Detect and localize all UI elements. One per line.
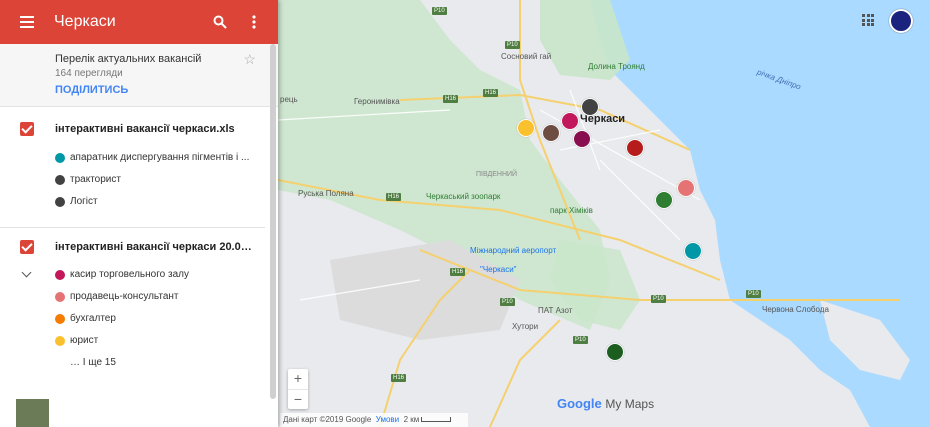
road-badge: H16	[443, 95, 459, 103]
legend-item-label: юрист	[70, 335, 99, 346]
star-icon[interactable]: ☆	[243, 51, 256, 68]
road-badge: H16	[450, 268, 466, 276]
road-badge: P10	[505, 41, 520, 49]
search-icon[interactable]	[210, 12, 230, 32]
more-vert-icon[interactable]	[244, 12, 264, 32]
zoom-control: + −	[288, 369, 308, 409]
map-pin-marker[interactable]	[684, 242, 702, 260]
place-label: парк Хіміків	[550, 206, 593, 215]
terms-link[interactable]: Умови	[376, 415, 399, 424]
map-description: Перелік актуальних вакансій	[55, 53, 202, 65]
airport-label: Міжнародний аеропорт	[470, 246, 557, 255]
legend-color-icon	[55, 269, 65, 280]
panel-header: Черкаси	[0, 0, 278, 44]
basemap-thumbnail[interactable]	[16, 399, 49, 427]
legend-color-icon	[55, 196, 65, 207]
legend-item-label: Логіст	[70, 196, 98, 207]
legend-color-icon	[55, 291, 65, 302]
menu-icon[interactable]	[20, 13, 34, 31]
share-button[interactable]: ПОДІЛИТИСЬ	[55, 84, 128, 96]
road-badge: P10	[573, 336, 588, 344]
place-label: Хутори	[512, 322, 539, 331]
page-title: Черкаси	[54, 13, 116, 30]
map-pin-marker[interactable]	[581, 98, 599, 116]
road-badge: P10	[500, 298, 515, 306]
district-label: ПІВДЕННИЙ	[476, 171, 518, 178]
legend-item[interactable]: бухгалтер	[55, 313, 116, 324]
legend-item-label: касир торговельного залу	[70, 269, 189, 280]
map-pin-marker[interactable]	[573, 130, 591, 148]
chevron-down-icon[interactable]	[21, 267, 32, 278]
map-pin-marker[interactable]	[542, 124, 560, 142]
legend-item-label: тракторист	[70, 174, 121, 185]
legend-item[interactable]: продавець-консультант	[55, 291, 179, 302]
legend-color-icon	[55, 313, 65, 324]
legend-item-label: апаратник диспергування пігментів і ...	[70, 152, 250, 163]
google-mymaps-logo: Google My Maps	[557, 396, 654, 411]
map-pin-marker[interactable]	[517, 119, 535, 137]
show-more-link[interactable]: … І ще 15	[70, 357, 116, 368]
road-badge: H16	[386, 193, 402, 201]
legend-item-label: бухгалтер	[70, 313, 116, 324]
map-pin-marker[interactable]	[626, 139, 644, 157]
layer-name: інтерактивні вакансії черкаси 20.05...	[55, 241, 255, 253]
map-pin-marker[interactable]	[655, 191, 673, 209]
map-pin-marker[interactable]	[606, 343, 624, 361]
road-badge: P10	[746, 290, 761, 298]
account-avatar[interactable]	[889, 9, 913, 33]
map-data-credit: Дані карт ©2019 Google	[283, 415, 372, 424]
place-label: Черкаський зоопарк	[426, 192, 501, 201]
place-label: Руська Поляна	[298, 189, 354, 198]
place-label: Геронимівка	[354, 97, 400, 106]
legend-item[interactable]: касир торговельного залу	[55, 269, 189, 280]
legend-item[interactable]: апаратник диспергування пігментів і ...	[55, 152, 249, 163]
legend-item-label: продавець-консультант	[70, 291, 179, 302]
zoom-in-button[interactable]: +	[288, 369, 308, 390]
layer-checkbox[interactable]	[20, 122, 34, 136]
legend-color-icon	[55, 174, 65, 185]
legend-item[interactable]: Логіст	[55, 196, 98, 207]
road-badge: P10	[432, 7, 447, 15]
airport-label-2: "Черкаси"	[480, 265, 517, 274]
place-label: рець	[280, 95, 298, 104]
place-label: Сосновий гай	[501, 52, 552, 61]
legend-item[interactable]: тракторист	[55, 174, 121, 185]
road-badge: H16	[483, 89, 499, 97]
panel-scrollbar[interactable]	[270, 44, 276, 399]
divider	[0, 227, 265, 228]
legend-item[interactable]: юрист	[55, 335, 98, 346]
place-label: Червона Слобода	[762, 305, 829, 314]
layer-name: інтерактивні вакансії черкаси.xls	[55, 123, 235, 135]
legend-color-icon	[55, 335, 65, 346]
google-logo-text: Google	[557, 396, 602, 411]
road-badge: P10	[651, 295, 666, 303]
road-badge: H16	[391, 374, 407, 382]
map-pin-marker[interactable]	[561, 112, 579, 130]
place-label: Долина Троянд	[588, 62, 645, 71]
apps-grid-icon[interactable]	[862, 14, 874, 26]
map-attribution: Дані карт ©2019 Google Умови 2 км	[280, 413, 468, 427]
layer-checkbox[interactable]	[20, 240, 34, 254]
map-pin-marker[interactable]	[677, 179, 695, 197]
map-info: Перелік актуальних вакансій 164 перегляд…	[0, 44, 278, 107]
mymaps-logo-text: My Maps	[605, 397, 655, 411]
place-label: ПАТ Азот	[538, 306, 573, 315]
scale-label: 2 км	[403, 415, 420, 424]
legend-color-icon	[55, 152, 65, 163]
legend-panel: Черкаси Перелік актуальних вакансій 164 …	[0, 0, 278, 427]
view-count: 164 перегляди	[55, 68, 123, 79]
zoom-out-button[interactable]: −	[288, 390, 308, 410]
scale-bar	[421, 417, 452, 423]
